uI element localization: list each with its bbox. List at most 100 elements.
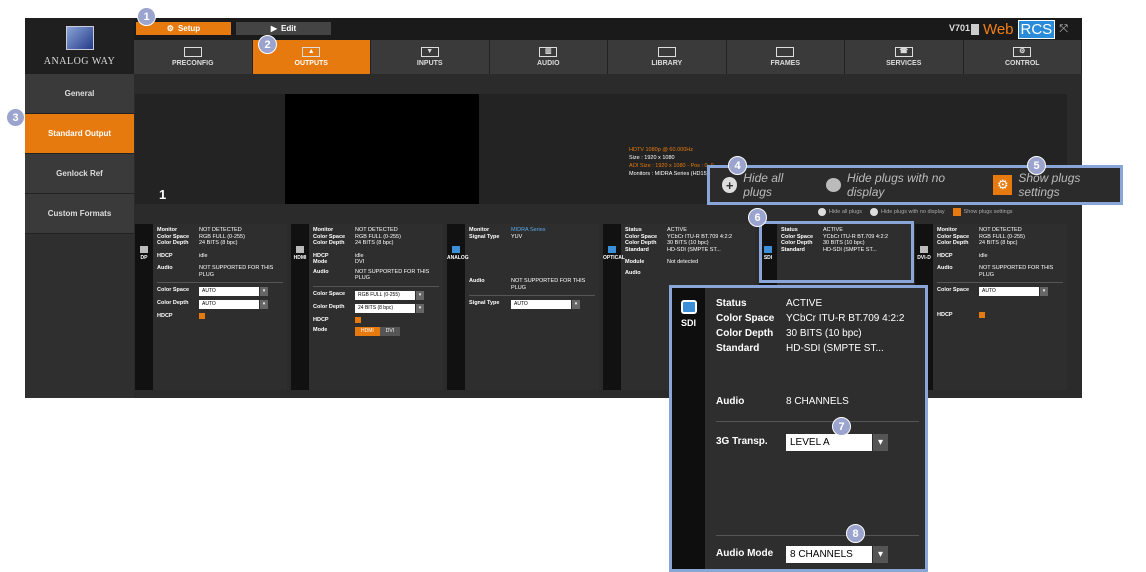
brand-web: Web bbox=[982, 21, 1014, 38]
hide-no-display-button-zoom[interactable]: Hide plugs with no display bbox=[825, 171, 979, 199]
label: Color Space bbox=[313, 290, 346, 297]
sidebar-item-custom-formats[interactable]: Custom Formats bbox=[25, 194, 134, 234]
sidebar-item-standard-output[interactable]: Standard Output bbox=[25, 114, 134, 154]
label: Audio bbox=[313, 268, 329, 275]
label: Mode bbox=[313, 327, 328, 333]
color-depth-select[interactable]: AUTO bbox=[199, 300, 268, 309]
tab-frames[interactable]: FRAMES bbox=[726, 40, 845, 74]
format-text: HDTV 1080p @ 60.000Hz bbox=[629, 147, 693, 153]
label: Color Depth bbox=[313, 303, 345, 310]
tab-label: AUDIO bbox=[536, 60, 560, 67]
value: Not detected bbox=[667, 259, 699, 265]
sidebar-item-genlock-ref[interactable]: Genlock Ref bbox=[25, 154, 134, 194]
label: Audio Mode bbox=[716, 548, 774, 559]
optical-icon bbox=[608, 246, 616, 253]
label: Status bbox=[716, 298, 747, 309]
sidebar: General Standard Output Genlock Ref Cust… bbox=[25, 74, 134, 398]
mode-hdmi-option[interactable]: HDMI bbox=[355, 327, 380, 336]
manual-icon[interactable] bbox=[970, 24, 979, 35]
sdi-zoom-content: Status ACTIVE Color Space YCbCr ITU-R BT.7… bbox=[716, 296, 919, 563]
color-space-select[interactable]: AUTO bbox=[979, 287, 1048, 296]
hdcp-checkbox[interactable] bbox=[355, 316, 361, 323]
plus-icon: + bbox=[722, 177, 738, 193]
show-settings-label: Show plugs settings bbox=[1018, 171, 1081, 199]
plug-name: SDI bbox=[680, 318, 696, 328]
value: 24 BITS (8 bpc) bbox=[979, 240, 1018, 246]
analog-way-logo: ANALOG WAY bbox=[25, 18, 134, 74]
tab-inputs[interactable]: ▼ INPUTS bbox=[371, 40, 490, 74]
value: HD-SDI (SMPTE ST... bbox=[667, 246, 721, 253]
brand-rcs: RCS bbox=[1017, 20, 1056, 39]
hide-all-plugs-button[interactable]: Hide all plugs bbox=[818, 208, 862, 216]
eye-off-icon bbox=[870, 208, 879, 216]
webrcs-brand: Web RCS ⤧ bbox=[970, 20, 1068, 39]
hide-all-plugs-button-zoom[interactable]: + Hide all plugs bbox=[722, 171, 812, 199]
monitors-text: Monitors : MIDRA Series (HD15) bbox=[629, 171, 709, 177]
label: Color Depth bbox=[157, 300, 189, 306]
logo-mark-icon bbox=[65, 25, 94, 50]
mode-dvi-option[interactable]: DVI bbox=[379, 327, 401, 336]
tab-control[interactable]: ⚙ CONTROL bbox=[963, 40, 1082, 74]
plug-optical-strip: OPTICAL bbox=[603, 224, 625, 390]
plug-analog: ANALOG Monitor MIDRA Series Signal Type YU… bbox=[447, 224, 599, 390]
callout-4: 4 bbox=[728, 156, 747, 175]
color-space-select[interactable]: AUTO bbox=[199, 287, 268, 296]
color-space-select[interactable]: RGB FULL (0-255) bbox=[355, 290, 424, 300]
status-value: ACTIVE bbox=[786, 298, 823, 309]
tab-library[interactable]: LIBRARY bbox=[608, 40, 727, 74]
fullscreen-icon[interactable]: ⤧ bbox=[1059, 23, 1068, 36]
hdcp-checkbox[interactable] bbox=[199, 313, 205, 319]
plug-name: OPTICAL bbox=[603, 255, 625, 261]
label: Color Space bbox=[716, 313, 775, 324]
standard-value: HD-SDI (SMPTE ST... bbox=[786, 343, 884, 354]
hide-all-label: Hide all plugs bbox=[743, 171, 784, 199]
plug-dp: DP Monitor NOT DETECTED Color Space RGB FU… bbox=[135, 224, 287, 390]
hide-all-label: Hide all plugs bbox=[829, 209, 863, 215]
value: NOT SUPPORTED FOR THIS PLUG bbox=[355, 268, 430, 282]
play-icon: ▶ bbox=[270, 24, 278, 33]
value: NOT SUPPORTED FOR THIS PLUG bbox=[199, 265, 274, 278]
value: idle bbox=[979, 252, 988, 259]
sdi-zoom-strip: SDI bbox=[672, 288, 705, 569]
edit-mode-button[interactable]: ▶ Edit bbox=[236, 22, 331, 35]
outputs-icon: ▲ bbox=[302, 47, 321, 57]
top-bar: ⚙ Setup ▶ Edit V701 Web RCS ⤧ bbox=[134, 18, 1082, 40]
tab-label: INPUTS bbox=[416, 60, 443, 67]
plug-analog-strip: ANALOG bbox=[447, 224, 469, 390]
inputs-icon: ▼ bbox=[420, 47, 439, 57]
tab-label: CONTROL bbox=[1004, 60, 1040, 67]
label: Color Depth bbox=[716, 328, 774, 339]
3g-transport-select[interactable]: LEVEL A bbox=[786, 434, 888, 451]
tab-audio[interactable]: ▥ AUDIO bbox=[489, 40, 608, 74]
plug-analog-body: Monitor MIDRA Series Signal Type YUV Audio… bbox=[469, 227, 595, 309]
tab-services[interactable]: ☎ SERVICES bbox=[845, 40, 964, 74]
signal-type-select[interactable]: AUTO bbox=[511, 300, 580, 309]
plug-name: DP bbox=[140, 255, 148, 261]
value: NOT SUPPORTED FOR THIS PLUG bbox=[979, 265, 1054, 278]
plus-icon bbox=[818, 208, 826, 216]
audio-icon: ▥ bbox=[539, 47, 558, 57]
value: DVI bbox=[355, 259, 365, 265]
show-settings-label: Show plugs settings bbox=[963, 209, 1013, 215]
show-plug-settings-button[interactable]: Show plugs settings bbox=[952, 208, 1013, 216]
plug-name: ANALOG bbox=[447, 255, 469, 261]
show-plug-settings-button-zoom[interactable]: ⚙ Show plugs settings bbox=[993, 171, 1120, 199]
dvid-icon bbox=[920, 246, 928, 253]
frames-icon bbox=[776, 47, 795, 57]
gear-icon: ⚙ bbox=[993, 175, 1013, 195]
hdcp-checkbox[interactable] bbox=[979, 312, 985, 318]
mode-toggle: HDMI DVI bbox=[355, 327, 401, 336]
label: Audio bbox=[716, 396, 745, 407]
setup-label: Setup bbox=[177, 24, 201, 33]
label: Color Depth bbox=[313, 240, 345, 246]
dp-icon bbox=[140, 246, 148, 253]
label: Standard bbox=[716, 343, 760, 354]
size-text: Size : 1920 x 1080 bbox=[629, 155, 675, 161]
plug-name: HDMI bbox=[293, 255, 307, 261]
tab-preconfig[interactable]: PRECONFIG bbox=[134, 40, 253, 74]
audio-mode-select[interactable]: 8 CHANNELS bbox=[786, 546, 888, 563]
hide-no-display-button[interactable]: Hide plugs with no display bbox=[870, 208, 945, 216]
color-depth-select[interactable]: 24 BITS (8 bpc) bbox=[355, 303, 424, 313]
value: 24 BITS (8 bpc) bbox=[355, 240, 394, 246]
sidebar-item-general[interactable]: General bbox=[25, 74, 134, 114]
